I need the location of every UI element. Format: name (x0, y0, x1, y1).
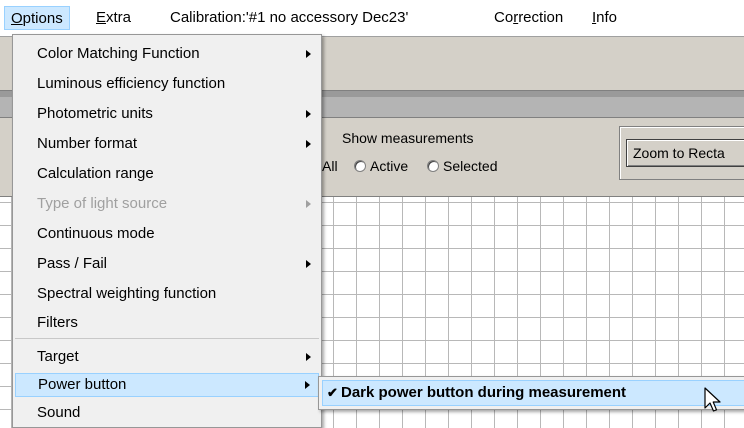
menu-info-label: nfo (596, 9, 618, 26)
menu-options-label: ptions (22, 10, 63, 27)
menu-extra-label: xtra (106, 9, 132, 26)
menu-bar: Options Extra Calibration:'#1 no accesso… (0, 0, 744, 34)
menu-item-filters[interactable]: Filters (15, 311, 319, 335)
submenu-arrow-icon (306, 260, 311, 268)
menu-separator (15, 338, 319, 339)
menu-item-label: Number format (37, 135, 138, 152)
menu-item-label: Filters (37, 314, 78, 331)
submenu-arrow-icon (306, 200, 311, 208)
menu-item-label: Photometric units (37, 105, 153, 122)
radio-all-label[interactable]: All (322, 158, 338, 174)
menu-item-spectral-weighting-function[interactable]: Spectral weighting function (15, 282, 319, 306)
menu-item-label: Calculation range (37, 165, 154, 182)
menu-correction[interactable]: Correction (488, 6, 569, 30)
radio-selected[interactable]: Selected (427, 158, 497, 174)
menu-calibration[interactable]: Calibration:'#1 no accessory Dec23' (164, 6, 414, 30)
menu-item-number-format[interactable]: Number format (15, 132, 319, 156)
radio-active[interactable]: Active (354, 158, 408, 174)
options-menu: Color Matching Function Luminous efficie… (12, 34, 322, 428)
menu-item-sound[interactable]: Sound (15, 401, 319, 425)
menu-item-continuous-mode[interactable]: Continuous mode (15, 222, 319, 246)
menu-item-label: Luminous efficiency function (37, 75, 226, 92)
menu-item-power-button[interactable]: Power button (15, 373, 319, 397)
menu-item-label: Dark power button during measurement (341, 384, 627, 401)
menu-info[interactable]: Info (586, 6, 623, 30)
menu-item-label: Target (37, 348, 79, 365)
menu-item-label: Type of light source (37, 195, 168, 212)
submenu-arrow-icon (306, 140, 311, 148)
menu-item-luminous-efficiency-function[interactable]: Luminous efficiency function (15, 72, 319, 96)
submenu-arrow-icon (306, 50, 311, 58)
menu-item-dark-power-button[interactable]: ✔ Dark power button during measurement (322, 380, 744, 406)
radio-selected-label: Selected (443, 158, 498, 174)
menu-item-label: Continuous mode (37, 225, 155, 242)
menu-calibration-label: Calibration:'#1 no accessory Dec23' (170, 9, 409, 26)
menu-item-color-matching-function[interactable]: Color Matching Function (15, 42, 319, 66)
menu-item-label: Sound (37, 404, 81, 421)
menu-extra-accel: E (96, 9, 107, 26)
menu-item-calculation-range[interactable]: Calculation range (15, 162, 319, 186)
menu-item-label: Spectral weighting function (37, 285, 217, 302)
menu-options[interactable]: Options (4, 6, 70, 30)
zoom-to-rectangle-button[interactable]: Zoom to Recta (626, 139, 744, 167)
submenu-arrow-icon (306, 110, 311, 118)
radio-active-label: Active (370, 158, 409, 174)
menu-item-pass-fail[interactable]: Pass / Fail (15, 252, 319, 276)
mouse-cursor-icon (704, 387, 721, 412)
menu-item-photometric-units[interactable]: Photometric units (15, 102, 319, 126)
menu-item-label: Pass / Fail (37, 255, 108, 272)
menu-item-type-of-light-source: Type of light source (15, 192, 319, 216)
submenu-arrow-icon (305, 381, 310, 389)
menu-correction-post: rection (518, 9, 564, 26)
radio-selected-circle[interactable] (427, 160, 439, 172)
submenu-arrow-icon (306, 353, 311, 361)
menu-item-label: Color Matching Function (37, 45, 200, 62)
power-button-submenu: ✔ Dark power button during measurement (318, 376, 744, 410)
menu-item-target[interactable]: Target (15, 345, 319, 369)
menu-correction-pre: Co (494, 9, 514, 26)
show-measurements-label: Show measurements (342, 130, 474, 146)
radio-active-circle[interactable] (354, 160, 366, 172)
menu-extra[interactable]: Extra (90, 6, 137, 30)
menu-item-label: Power button (38, 376, 127, 393)
menu-options-accel: O (11, 10, 23, 27)
checkmark-icon: ✔ (327, 385, 338, 400)
